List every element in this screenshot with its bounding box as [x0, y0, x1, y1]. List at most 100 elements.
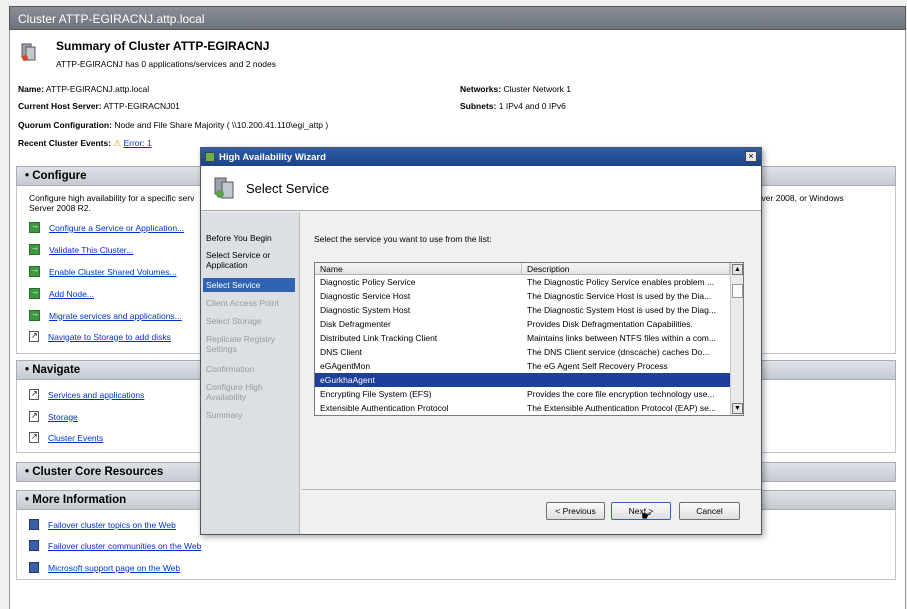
service-description: The Diagnostic Policy Service enables pr… [527, 277, 715, 287]
microsoft-support-link[interactable]: Microsoft support page on the Web [48, 563, 180, 573]
previous-button[interactable]: < Previous [546, 502, 605, 520]
validate-link-row[interactable]: Validate This Cluster... [29, 243, 133, 255]
validate-cluster-link[interactable]: Validate This Cluster... [49, 245, 133, 255]
list-item[interactable]: Diagnostic System Host The Diagnostic Sys… [315, 303, 743, 317]
storage-nav-row[interactable]: Storage [29, 411, 78, 422]
service-name: Distributed Link Tracking Client [320, 333, 438, 343]
service-description: The Extensible Authentication Protocol (… [527, 403, 716, 413]
name-row: Name: ATTP-EGIRACNJ.attp.local [18, 84, 149, 94]
subnets-label: Subnets: [460, 101, 497, 111]
list-item[interactable]: Diagnostic Policy Service The Diagnostic … [315, 275, 743, 289]
configure-link-row[interactable]: Configure a Service or Application... [29, 221, 184, 233]
service-name: Diagnostic Service Host [320, 291, 411, 301]
cancel-button[interactable]: Cancel [679, 502, 740, 520]
column-name[interactable]: Name [315, 263, 522, 274]
networks-value: Cluster Network 1 [503, 84, 572, 94]
list-item[interactable]: Encrypting File System (EFS) Provides the… [315, 387, 743, 401]
collapse-icon: • [25, 364, 30, 376]
add-node-link[interactable]: Add Node... [49, 289, 94, 299]
wizard-title: High Availability Wizard [219, 151, 326, 163]
service-name: Disk Defragmenter [320, 319, 391, 329]
step-confirmation: Confirmation [206, 364, 255, 374]
quorum-row: Quorum Configuration: Node and File Shar… [18, 120, 328, 130]
services-link-row[interactable]: Services and applications [29, 389, 144, 400]
networks-label: Networks: [460, 84, 502, 94]
collapse-icon: • [25, 170, 30, 182]
configure-description: Configure high availability for a specif… [29, 193, 194, 213]
more-info-label: More Information [32, 494, 127, 506]
cluster-icon [20, 42, 36, 62]
validate-icon [29, 243, 40, 255]
migrate-link-row[interactable]: Migrate services and applications... [29, 309, 182, 321]
navigate-storage-link[interactable]: Navigate to Storage to add disks [48, 332, 171, 342]
configure-service-link[interactable]: Configure a Service or Application... [49, 223, 184, 233]
wizard-heading: Select Service [246, 180, 330, 196]
failover-communities-link[interactable]: Failover cluster communities on the Web [48, 541, 201, 551]
list-item[interactable]: Distributed Link Tracking Client Maintain… [315, 331, 743, 345]
list-scrollbar[interactable]: ▲ ▼ [730, 263, 743, 415]
failover-topics-link[interactable]: Failover cluster topics on the Web [48, 520, 176, 530]
enable-csv-link[interactable]: Enable Cluster Shared Volumes... [49, 267, 177, 277]
close-icon[interactable]: × [745, 151, 757, 162]
list-item[interactable]: Extensible Authentication Protocol The Ex… [315, 401, 743, 415]
list-item[interactable]: Disk Defragmenter Provides Disk Defragmen… [315, 317, 743, 331]
configure-header-label: Configure [32, 170, 87, 182]
wizard-steps: Before You Begin Select Service or Appli… [201, 212, 300, 534]
help-book-icon [29, 562, 39, 573]
list-item[interactable]: Diagnostic Service Host The Diagnostic Se… [315, 289, 743, 303]
name-value: ATTP-EGIRACNJ.attp.local [45, 84, 150, 94]
service-name: eGAgentMon [320, 361, 371, 371]
topics-link-row[interactable]: Failover cluster topics on the Web [29, 519, 176, 530]
column-description[interactable]: Description [522, 263, 730, 274]
events-label: Recent Cluster Events: [18, 138, 112, 148]
configure-service-icon [29, 221, 40, 233]
list-item[interactable]: eGurkhaAgent [315, 373, 743, 387]
quorum-value: Node and File Share Majority ( \\10.200.… [114, 120, 329, 130]
host-label: Current Host Server: [18, 101, 102, 111]
step-select-service-or-application: Select Service or Application [206, 250, 271, 270]
add-node-icon [29, 287, 40, 299]
csv-icon [29, 265, 40, 277]
error-link[interactable]: Error: 1 [123, 138, 151, 148]
mouse-cursor-icon: ☛ [641, 509, 652, 523]
collapse-icon: • [25, 494, 30, 506]
high-availability-wizard: High Availability Wizard × Select Servic… [200, 147, 762, 535]
service-name: Diagnostic Policy Service [320, 277, 416, 287]
help-book-icon [29, 540, 39, 551]
summary-subtitle: ATTP-EGIRACNJ has 0 applications/service… [56, 59, 276, 69]
shortcut-icon [29, 331, 39, 342]
list-item[interactable]: DNS Client The DNS Client service (dnscac… [315, 345, 743, 359]
step-summary: Summary [206, 410, 243, 420]
support-link-row[interactable]: Microsoft support page on the Web [29, 562, 180, 573]
scroll-thumb[interactable] [732, 284, 743, 298]
shortcut-icon [29, 411, 39, 422]
name-label: Name: [18, 84, 44, 94]
step-client-access-point: Client Access Point [206, 298, 279, 308]
events-row: Recent Cluster Events: ⚠ Error: 1 [18, 138, 152, 149]
wizard-instruction: Select the service you want to use from … [314, 234, 492, 244]
storage-link-row[interactable]: Navigate to Storage to add disks [29, 331, 171, 342]
service-name: Diagnostic System Host [320, 305, 411, 315]
service-description: The eG Agent Self Recovery Process [527, 361, 668, 371]
service-name: DNS Client [320, 347, 363, 357]
list-item[interactable]: eGAgentMon The eG Agent Self Recovery Pro… [315, 359, 743, 373]
services-applications-link[interactable]: Services and applications [48, 390, 144, 400]
add-node-link-row[interactable]: Add Node... [29, 287, 94, 299]
storage-link[interactable]: Storage [48, 412, 78, 422]
cluster-events-link[interactable]: Cluster Events [48, 433, 103, 443]
migrate-icon [29, 309, 40, 321]
events-nav-row[interactable]: Cluster Events [29, 432, 103, 443]
service-list[interactable]: Name Description Diagnostic Policy Servi… [314, 262, 744, 416]
shortcut-icon [29, 432, 39, 443]
configure-desc-line1: Configure high availability for a specif… [29, 193, 195, 203]
migrate-link[interactable]: Migrate services and applications... [49, 311, 182, 321]
list-header: Name Description [315, 263, 743, 275]
step-configure-high-availability: Configure High Availability [206, 382, 263, 402]
window-title-bar: Cluster ATTP-EGIRACNJ.attp.local [9, 6, 906, 30]
wizard-header: Select Service [201, 166, 761, 211]
scroll-up-icon[interactable]: ▲ [732, 264, 743, 275]
communities-link-row[interactable]: Failover cluster communities on the Web [29, 540, 201, 551]
csv-link-row[interactable]: Enable Cluster Shared Volumes... [29, 265, 177, 277]
service-description: Maintains links between NTFS files withi… [527, 333, 716, 343]
scroll-down-icon[interactable]: ▼ [732, 403, 743, 414]
